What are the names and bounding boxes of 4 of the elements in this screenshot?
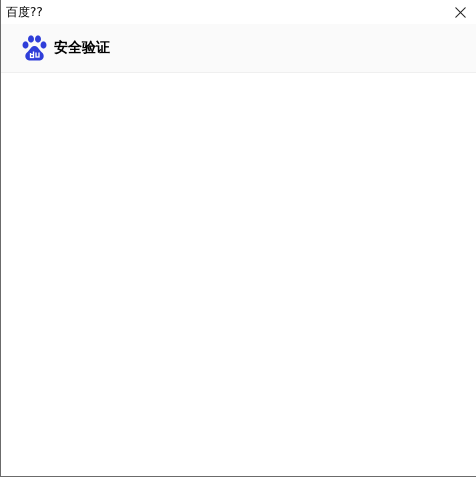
close-icon[interactable] [455, 6, 466, 18]
window-title: 百度?? [6, 6, 43, 18]
header-title: 安全验证 [54, 38, 110, 58]
paw-logo-icon [22, 35, 47, 61]
